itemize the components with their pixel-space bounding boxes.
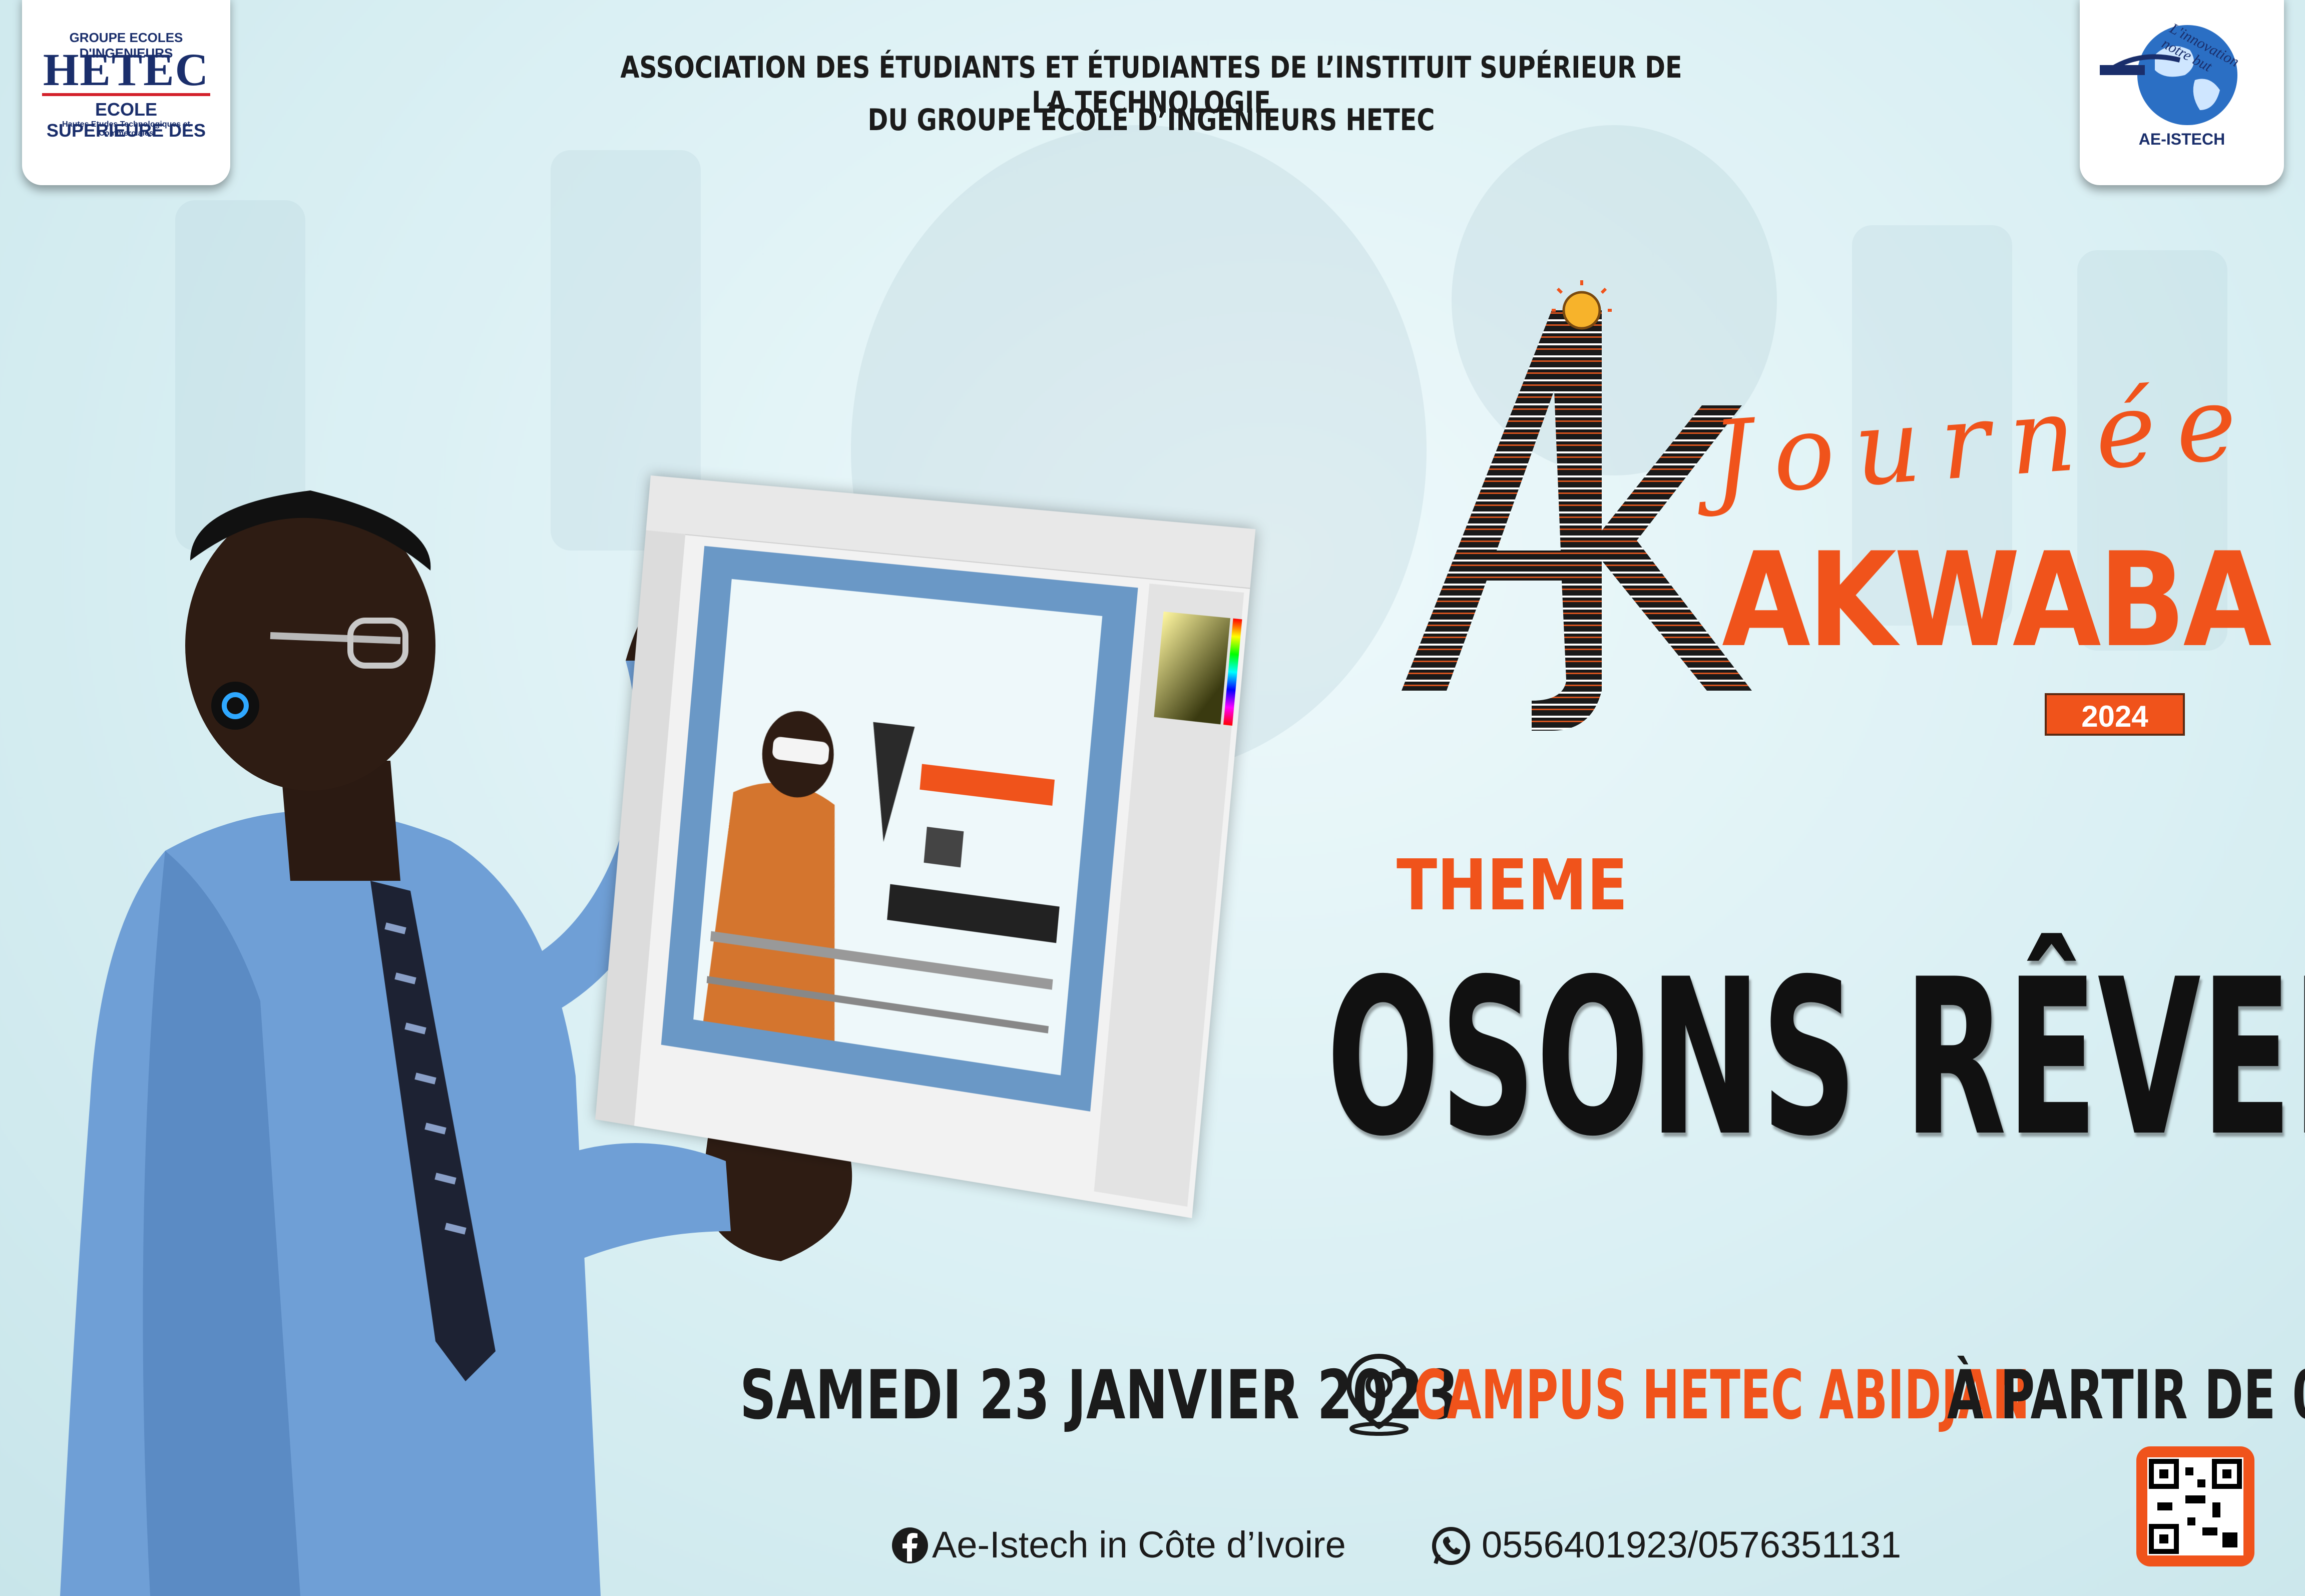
location-pin-icon bbox=[1346, 1353, 1412, 1436]
event-time: À PARTIR DE 08H bbox=[1947, 1356, 2305, 1434]
header-group-line: DU GROUPE ÉCOLE D’INGENIEURS HETEC bbox=[867, 103, 1435, 138]
facebook-icon bbox=[892, 1527, 928, 1563]
color-picker-gradient bbox=[1154, 611, 1230, 725]
event-title-main: AKWABA bbox=[1722, 525, 2272, 676]
ak-monogram-logo bbox=[1402, 310, 1752, 731]
poster-preview bbox=[693, 579, 1103, 1076]
event-location: CAMPUS HETEC ABIDJAN bbox=[1414, 1356, 2030, 1434]
theme-label: THEME bbox=[1397, 845, 1628, 926]
qr-pattern bbox=[2149, 1459, 2242, 1554]
hetec-logo: GROUPE ECOLES D'INGENIEURS HETEC ECOLE S… bbox=[22, 0, 230, 185]
facebook-handle: Ae-Istech in Côte d’Ivoire bbox=[932, 1524, 1346, 1565]
phone-numbers: 0556401923/0576351131 bbox=[1482, 1524, 1902, 1565]
lightbulb-icon bbox=[1552, 280, 1612, 330]
qr-code-icon bbox=[2136, 1446, 2254, 1566]
hetec-subtitle: Hautes Etudes Technologiques et Commerci… bbox=[62, 120, 190, 138]
software-canvas bbox=[661, 546, 1138, 1112]
phone-icon bbox=[1432, 1527, 1470, 1565]
poster-preview-art bbox=[703, 707, 1060, 1041]
event-year-badge: 2024 bbox=[2045, 693, 2185, 736]
theme-value: OSONS RÊVER bbox=[1326, 933, 2305, 1184]
poster: GROUPE ECOLES D'INGENIEURS HETEC ECOLE S… bbox=[0, 0, 2305, 1596]
design-software-window bbox=[595, 475, 1256, 1218]
hetec-name: HETEC bbox=[43, 44, 210, 95]
aeistech-name: AE-ISTECH bbox=[2138, 130, 2225, 148]
qr-code-matrix bbox=[2147, 1457, 2243, 1555]
hetec-divider bbox=[42, 93, 210, 96]
aeistech-logo: L'innovation notre but AE-ISTECH bbox=[2080, 0, 2284, 185]
